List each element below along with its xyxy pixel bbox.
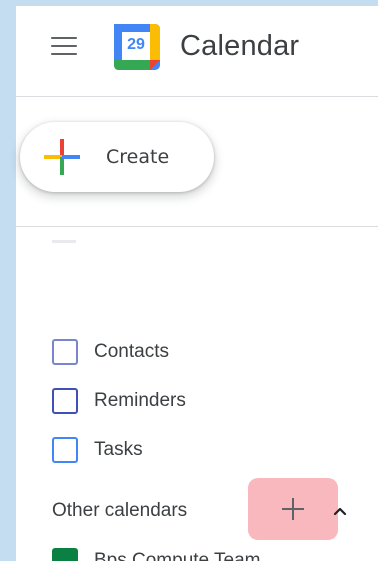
calendar-item-label: Reminders bbox=[94, 390, 186, 411]
partial-list-item bbox=[52, 240, 76, 243]
top-strip bbox=[16, 0, 378, 6]
create-button[interactable]: Create bbox=[20, 122, 214, 192]
calendar-item-label: Contacts bbox=[94, 341, 169, 362]
hamburger-menu-icon bbox=[51, 37, 77, 55]
calendar-item-bps-compute-team[interactable]: Bps Compute Team bbox=[52, 548, 261, 561]
plus-icon bbox=[282, 498, 304, 520]
add-other-calendar-button[interactable] bbox=[248, 478, 338, 540]
app-title: Calendar bbox=[180, 30, 300, 62]
create-divider bbox=[16, 226, 378, 227]
calendar-item-reminders[interactable]: Reminders bbox=[40, 379, 340, 423]
calendar-item-contacts[interactable]: Contacts bbox=[40, 330, 340, 374]
sidebar-panel bbox=[16, 0, 378, 561]
header-divider bbox=[16, 96, 378, 97]
logo-day-number: 29 bbox=[127, 36, 145, 53]
colorful-plus-icon bbox=[42, 137, 82, 177]
create-button-label: Create bbox=[106, 146, 170, 168]
other-calendars-heading: Other calendars bbox=[52, 500, 188, 521]
collapse-other-calendars-button[interactable] bbox=[326, 498, 354, 526]
calendar-checkbox[interactable] bbox=[52, 339, 78, 365]
calendar-item-label: Tasks bbox=[94, 439, 143, 460]
calendar-checkbox[interactable] bbox=[52, 548, 78, 561]
main-menu-button[interactable] bbox=[36, 22, 92, 70]
chevron-up-icon bbox=[333, 503, 347, 521]
calendar-logo-icon: 29 bbox=[112, 22, 162, 72]
calendar-checkbox[interactable] bbox=[52, 388, 78, 414]
calendar-item-tasks[interactable]: Tasks bbox=[40, 428, 340, 472]
calendar-item-label: Bps Compute Team bbox=[94, 550, 261, 561]
calendar-checkbox[interactable] bbox=[52, 437, 78, 463]
